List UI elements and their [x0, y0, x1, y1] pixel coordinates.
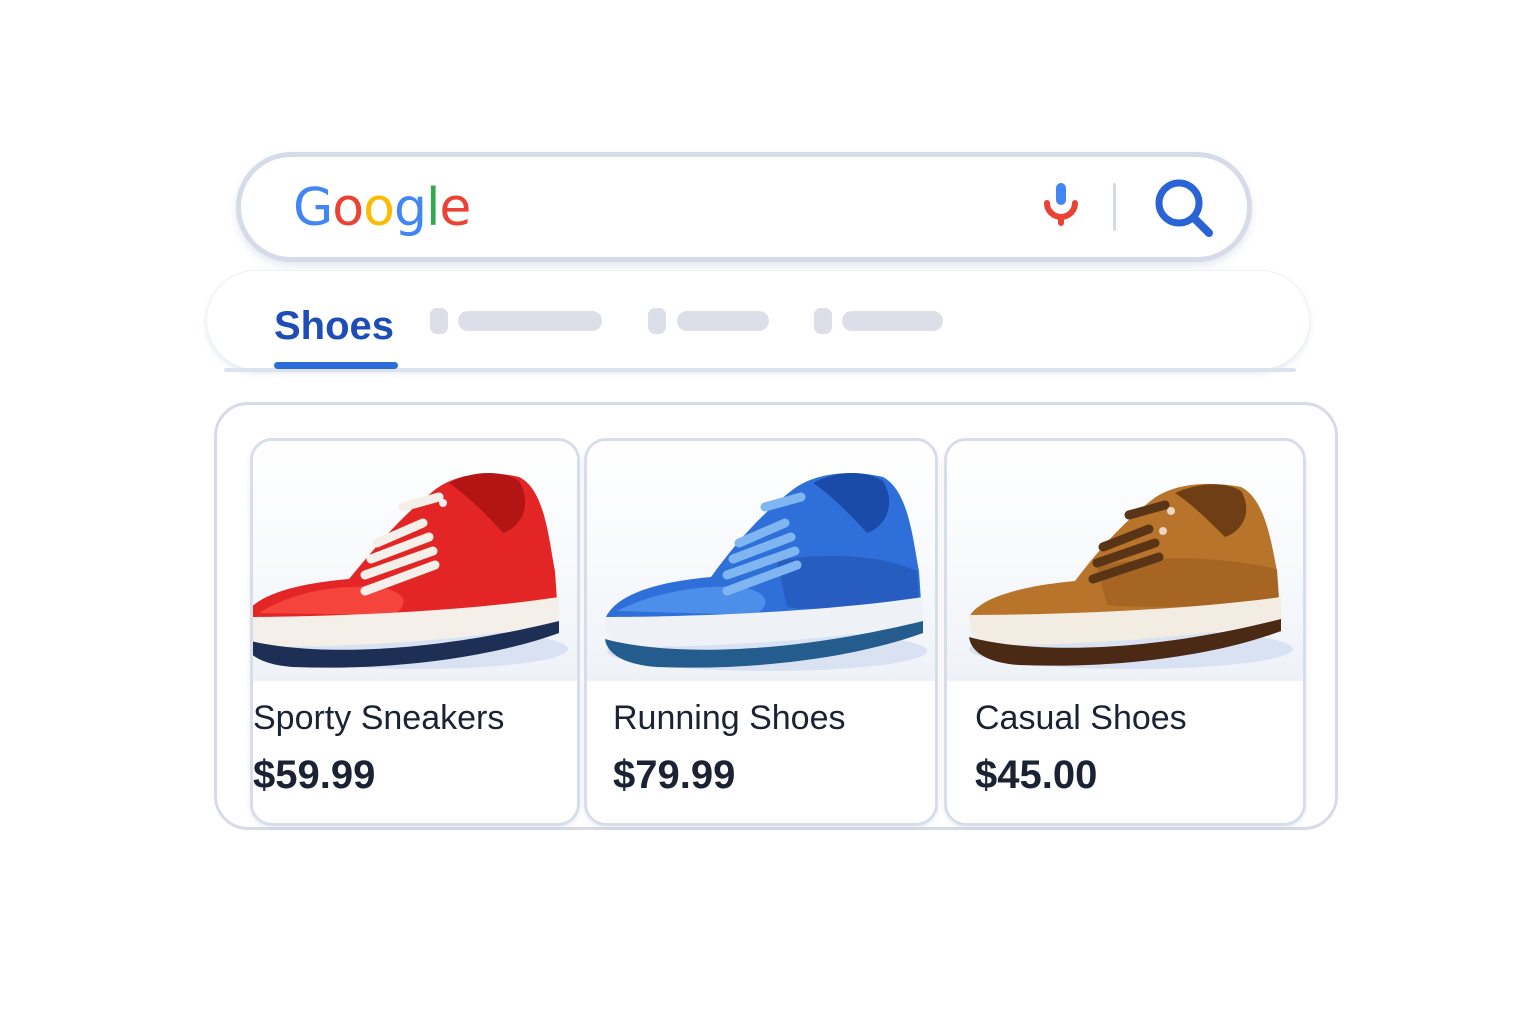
tab-placeholder-bar: [458, 311, 602, 331]
search-divider: [1113, 183, 1116, 231]
tab-active-indicator: [274, 362, 398, 369]
tab-shoes[interactable]: Shoes: [274, 300, 398, 370]
search-bar[interactable]: Google: [236, 152, 1252, 262]
logo-letter: o: [332, 178, 364, 238]
mic-button[interactable]: [1037, 179, 1085, 233]
tab-placeholder[interactable]: [648, 308, 770, 334]
tab-placeholder-dot: [648, 308, 666, 334]
product-title: Casual Shoes: [975, 699, 1187, 737]
product-image: [947, 441, 1303, 681]
logo-letter: g: [393, 178, 427, 238]
logo-letter: l: [425, 178, 440, 238]
mic-icon: [1044, 183, 1078, 226]
logo-letter: G: [293, 178, 333, 238]
search-icon: [1155, 179, 1213, 237]
tab-placeholder-bar: [677, 311, 769, 331]
product-price: $79.99: [613, 753, 736, 797]
tab-placeholder-bar: [842, 311, 943, 331]
sneaker-image: [253, 472, 568, 669]
product-card[interactable]: Casual Shoes $45.00: [944, 438, 1306, 826]
product-title: Running Shoes: [613, 699, 846, 737]
product-card[interactable]: Running Shoes $79.99: [584, 438, 938, 826]
stage: Google Shoes Sporty Sneakers $59.99 Runn…: [0, 0, 1536, 1024]
logo-letter: e: [439, 178, 471, 238]
tab-placeholder[interactable]: [430, 308, 602, 334]
search-button[interactable]: [1149, 175, 1219, 241]
shoe-image: [969, 483, 1293, 669]
logo-letter: o: [363, 178, 395, 238]
tab-placeholder-dot: [430, 308, 448, 334]
product-title: Sporty Sneakers: [253, 699, 505, 737]
product-image: [253, 441, 577, 681]
tab-placeholder-dot: [814, 308, 832, 334]
sneaker-image: [605, 472, 927, 671]
tab-placeholder[interactable]: [814, 308, 944, 334]
product-price: $45.00: [975, 753, 1098, 797]
google-logo: Google: [293, 171, 471, 245]
product-price: $59.99: [253, 753, 376, 797]
product-image: [587, 441, 935, 681]
tab-shoes-label: Shoes: [274, 304, 395, 348]
product-card[interactable]: Sporty Sneakers $59.99: [250, 438, 580, 826]
